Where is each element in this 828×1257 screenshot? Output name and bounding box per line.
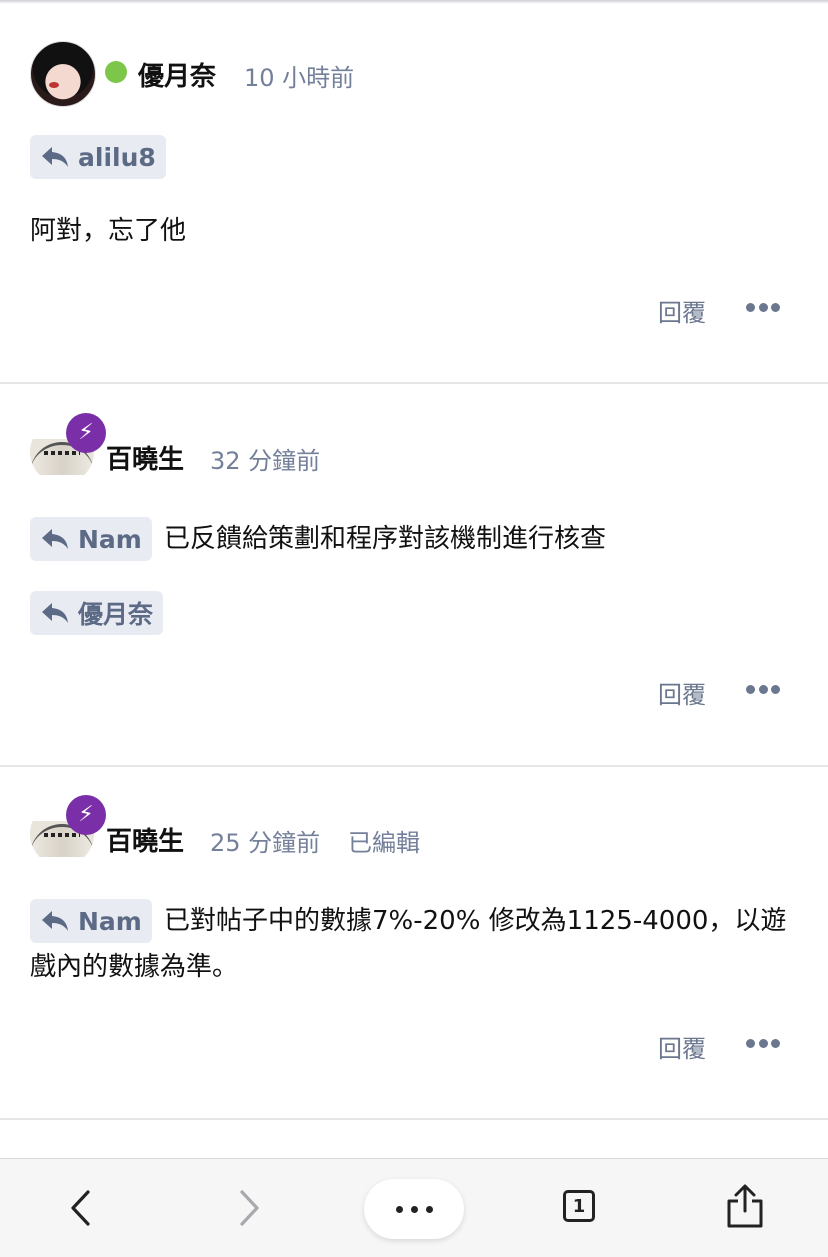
post-body: 已反饋給策劃和程序對該機制進行核查 [164, 524, 607, 554]
reply-arrow-icon [42, 529, 68, 549]
reply-button[interactable]: 回覆 [658, 1029, 706, 1064]
timestamp: 25 分鐘前 [210, 829, 321, 857]
username[interactable]: 百曉生 [106, 439, 184, 476]
reply-arrow-icon [42, 147, 68, 167]
online-status-icon [105, 61, 127, 83]
reply-to-name: 優月奈 [78, 600, 154, 629]
lightning-badge-icon: ⚡ [66, 413, 106, 453]
more-options-icon[interactable] [746, 300, 780, 314]
timestamp: 32 分鐘前 [210, 447, 321, 475]
more-options-icon[interactable] [746, 1036, 780, 1050]
post-body: 阿對，忘了他 [30, 216, 187, 246]
divider [0, 382, 828, 384]
reply-button[interactable]: 回覆 [658, 675, 706, 710]
divider [0, 1118, 828, 1120]
reply-to-tag[interactable]: alilu8 [30, 135, 166, 179]
top-shadow [0, 0, 828, 4]
share-icon[interactable] [724, 1183, 766, 1229]
timestamp: 10 小時前 [244, 64, 355, 92]
edited-label: 已編輯 [348, 829, 420, 857]
post-body: 已對帖子中的數據7%-20% 修改為1125-4000，以遊戲內的數據為準。 [30, 906, 787, 982]
reply-arrow-icon [42, 603, 68, 623]
reply-to-tag[interactable]: Nam [30, 517, 152, 561]
username[interactable]: 百曉生 [106, 821, 184, 858]
reply-button[interactable]: 回覆 [658, 293, 706, 328]
back-icon[interactable] [68, 1189, 94, 1227]
lightning-badge-icon: ⚡ [66, 795, 106, 835]
reply-to-name: alilu8 [78, 142, 156, 172]
more-options-icon[interactable] [746, 682, 780, 696]
more-icon[interactable] [364, 1179, 464, 1239]
divider [0, 765, 828, 767]
username[interactable]: 優月奈 [138, 56, 216, 93]
forward-icon[interactable] [236, 1189, 262, 1227]
reply-to-name: Nam [78, 524, 142, 554]
tabs-icon[interactable]: 1 [563, 1190, 595, 1222]
avatar[interactable] [30, 41, 96, 107]
reply-to-tag[interactable]: 優月奈 [30, 591, 164, 635]
browser-toolbar: 1 [0, 1158, 828, 1257]
